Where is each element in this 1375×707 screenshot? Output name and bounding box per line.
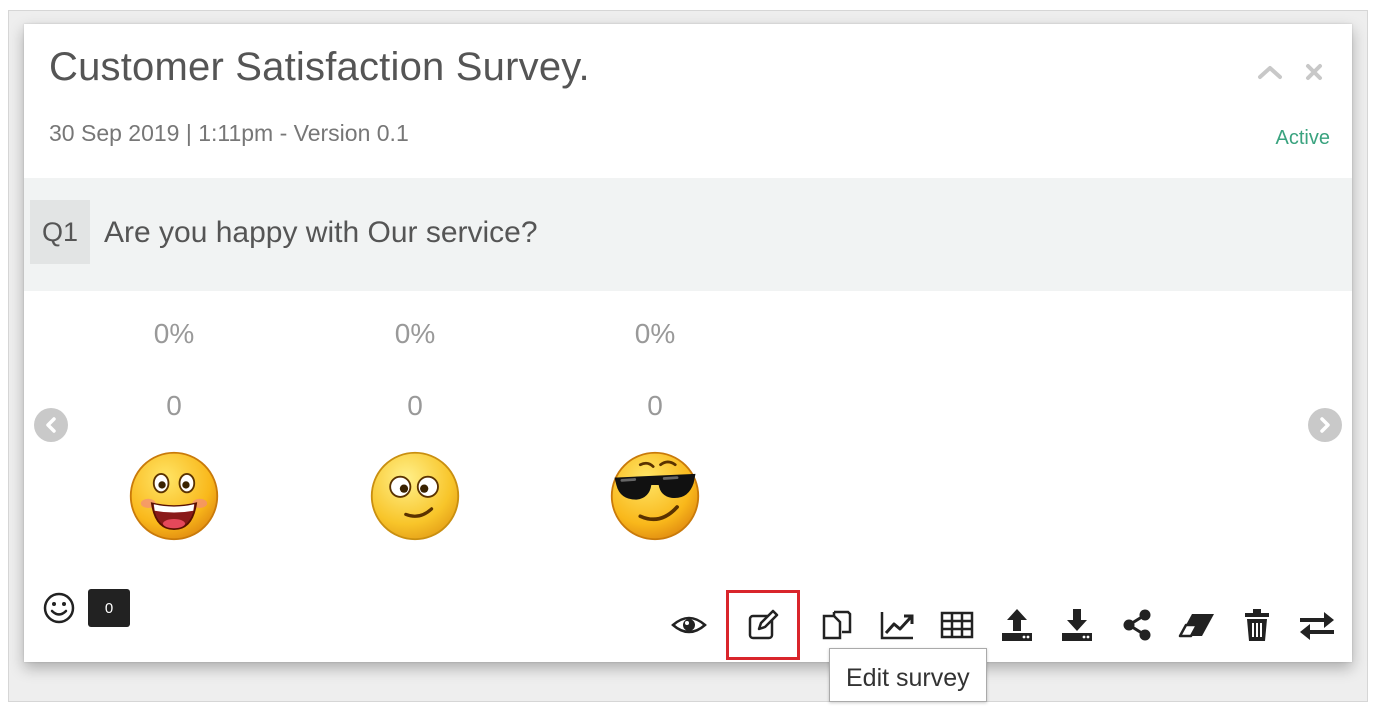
clear-responses-button[interactable] [1174, 602, 1220, 648]
eraser-icon [1178, 614, 1214, 638]
card-controls [1254, 56, 1330, 88]
share-button[interactable] [1114, 602, 1160, 648]
delete-button[interactable] [1234, 602, 1280, 648]
response-counter: 0 [42, 589, 130, 627]
option-percent: 0% [153, 318, 195, 349]
survey-title: Customer Satisfaction Survey. [49, 45, 590, 89]
previous-button[interactable] [34, 408, 68, 442]
smiley-outline-icon [43, 592, 75, 624]
analytics-button[interactable] [874, 602, 920, 648]
transfer-icon [1300, 612, 1334, 640]
table-icon [940, 611, 974, 639]
copy-icon [822, 610, 852, 640]
survey-card: Customer Satisfaction Survey. 30 Sep 201… [24, 24, 1352, 662]
survey-meta: 30 Sep 2019 | 1:11pm - Version 0.1 [49, 120, 409, 146]
upload-icon [1002, 609, 1032, 641]
line-chart-icon [880, 612, 914, 640]
eye-icon [671, 616, 707, 634]
survey-toolbar [666, 590, 1340, 660]
edit-icon [748, 609, 779, 640]
question-text: Are you happy with Our service? [104, 216, 538, 249]
option-percent: 0% [634, 318, 676, 349]
question-header: Q1 Are you happy with Our service? [24, 178, 1352, 291]
next-button[interactable] [1308, 408, 1342, 442]
option-count: 0 [647, 390, 663, 421]
status-badge: Active [1275, 127, 1330, 149]
chevron-right-icon [1320, 417, 1330, 433]
close-icon [1306, 64, 1322, 80]
share-icon [1123, 609, 1151, 641]
edit-survey-tooltip: Edit survey [829, 648, 987, 702]
question-number: Q1 [30, 200, 90, 264]
option-count: 0 [407, 390, 423, 421]
chevron-up-icon [1258, 66, 1282, 79]
copy-button[interactable] [814, 602, 860, 648]
table-view-button[interactable] [934, 602, 980, 648]
transfer-button[interactable] [1294, 602, 1340, 648]
edit-survey-button[interactable] [726, 590, 800, 660]
grinning-face-icon[interactable] [128, 450, 220, 542]
answer-option-3: 0% 0 [580, 314, 730, 542]
response-count-badge: 0 [88, 589, 130, 627]
answer-option-1: 0% 0 [99, 314, 249, 542]
download-button[interactable] [1054, 602, 1100, 648]
dazed-smiling-face-icon[interactable] [369, 450, 461, 542]
option-percent: 0% [394, 318, 436, 349]
preview-button[interactable] [666, 602, 712, 648]
trash-icon [1245, 609, 1269, 641]
collapse-button[interactable] [1254, 56, 1286, 88]
chevron-left-icon [46, 417, 56, 433]
sunglasses-face-icon[interactable] [609, 450, 701, 542]
option-count: 0 [166, 390, 182, 421]
answer-option-2: 0% 0 [340, 314, 490, 542]
download-icon [1062, 609, 1092, 641]
close-button[interactable] [1298, 56, 1330, 88]
upload-button[interactable] [994, 602, 1040, 648]
